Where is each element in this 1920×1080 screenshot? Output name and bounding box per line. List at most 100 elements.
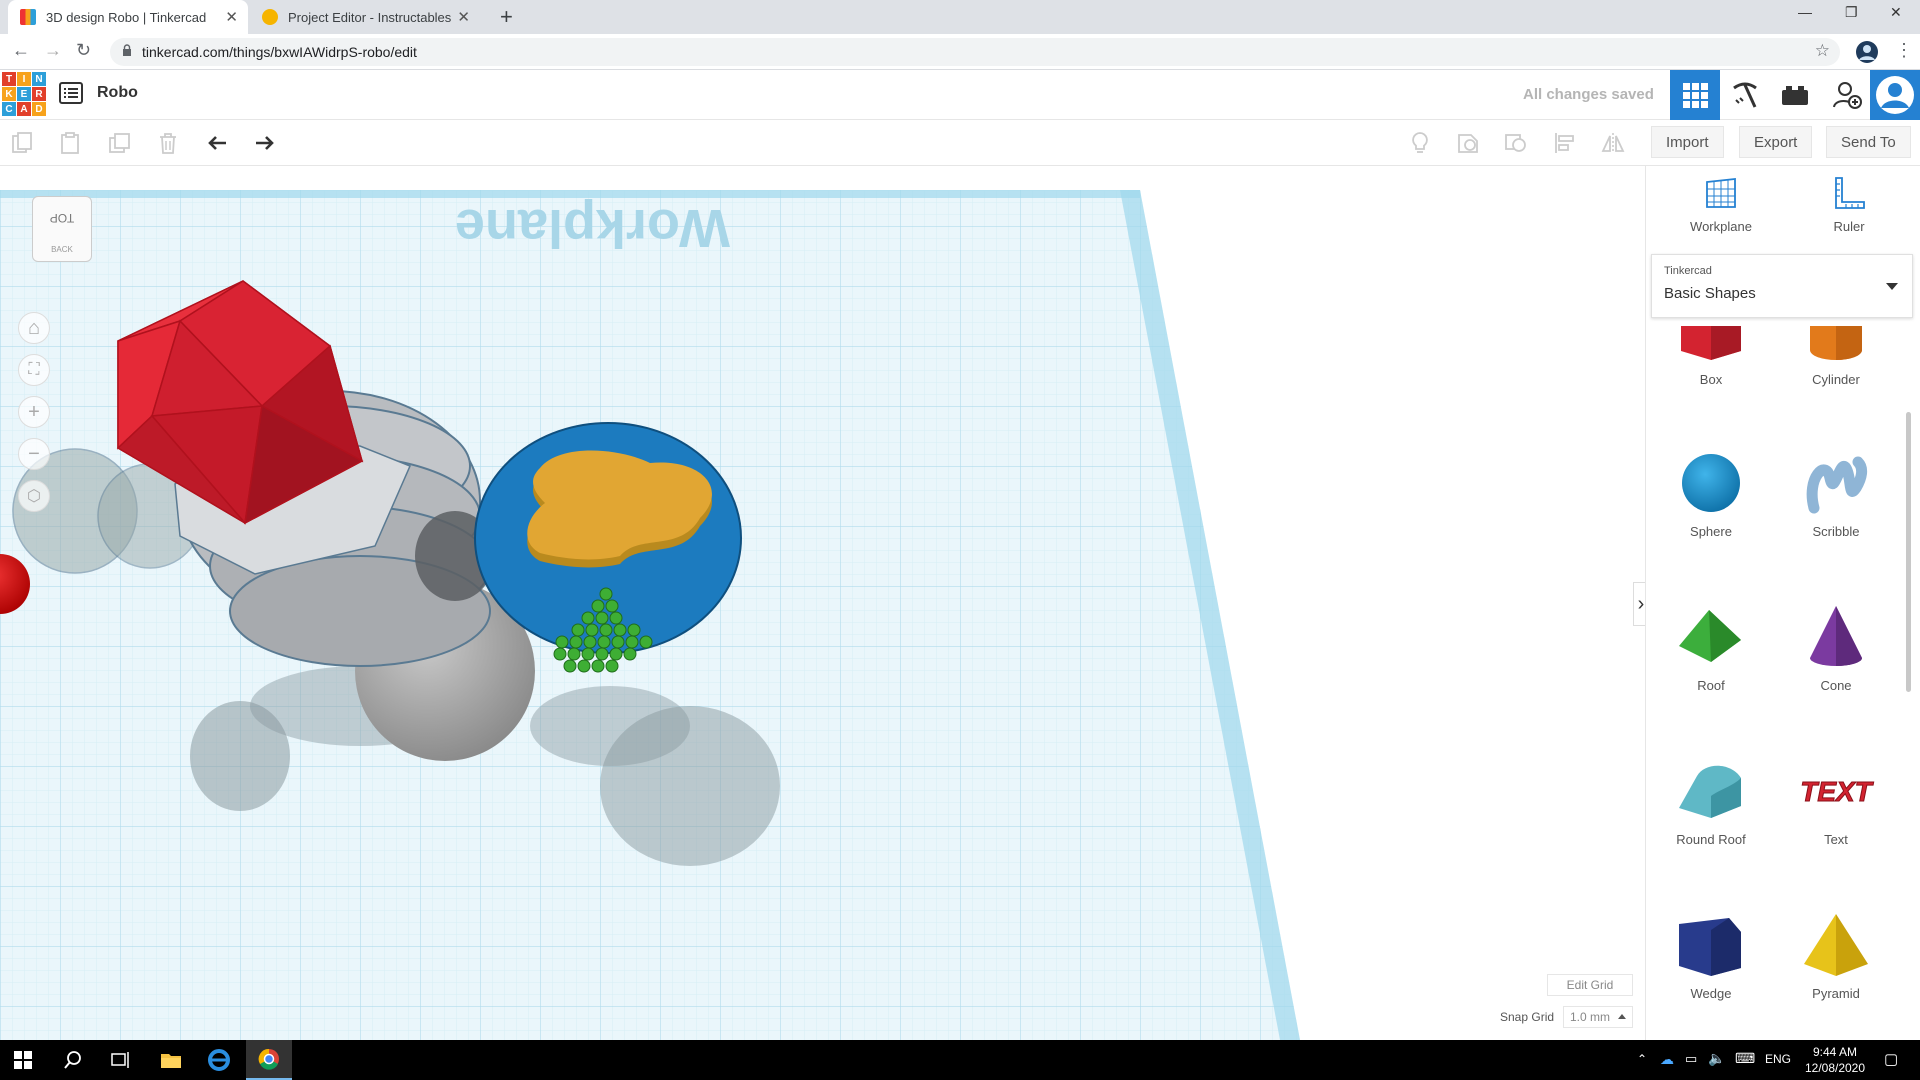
panel-scrollbar[interactable] <box>1906 412 1911 692</box>
import-button[interactable]: Import <box>1651 126 1724 158</box>
fit-view-button[interactable]: ⛶ <box>18 354 50 386</box>
shapes-panel: Workplane Ruler Tinkercad Basic Shapes B… <box>1645 166 1920 1040</box>
clock[interactable]: 9:44 AM 12/08/2020 <box>1800 1044 1870 1076</box>
close-tab-icon[interactable]: ✕ <box>457 8 470 26</box>
shape-label: Cylinder <box>1812 372 1860 387</box>
forward-arrow-icon[interactable]: → <box>44 40 62 61</box>
ungroup-icon[interactable] <box>1504 131 1528 155</box>
fit-icon: ⛶ <box>28 361 40 378</box>
language-indicator[interactable]: ENG <box>1765 1052 1791 1066</box>
edge-button[interactable] <box>196 1040 242 1080</box>
export-button[interactable]: Export <box>1739 126 1813 158</box>
chrome-button[interactable] <box>246 1040 292 1080</box>
volume-icon[interactable]: 🔈 <box>1708 1050 1725 1067</box>
notifications-icon[interactable]: ▢ <box>1884 1050 1898 1068</box>
snap-grid-label: Snap Grid <box>1500 1010 1555 1024</box>
library-source: Tinkercad <box>1664 265 1712 277</box>
design-title[interactable]: Robo <box>97 84 138 102</box>
paste-icon[interactable] <box>58 131 82 155</box>
shape-scribble[interactable]: Scribble <box>1776 448 1896 598</box>
delete-icon[interactable] <box>156 131 180 155</box>
shape-cylinder[interactable]: Cylinder <box>1776 326 1896 446</box>
zoom-in-button[interactable]: + <box>18 396 50 428</box>
search-button[interactable] <box>50 1040 96 1080</box>
back-arrow-icon[interactable]: ← <box>12 40 30 61</box>
ruler-tool[interactable]: Ruler <box>1794 176 1904 234</box>
logo-letter: T <box>2 72 16 86</box>
view-cube[interactable]: TOP BACK <box>32 196 92 262</box>
plus-icon: + <box>28 400 40 423</box>
new-tab-icon[interactable]: + <box>500 4 513 30</box>
sphere-icon <box>1682 454 1740 512</box>
logo-letter: E <box>17 87 31 101</box>
mirror-icon[interactable] <box>1601 131 1625 155</box>
shape-label: Wedge <box>1690 986 1732 1001</box>
3d-view-button[interactable] <box>1670 70 1720 120</box>
align-icon[interactable] <box>1553 131 1577 155</box>
restore-icon[interactable]: ❐ <box>1845 4 1858 21</box>
shape-pyramid[interactable]: Pyramid <box>1776 910 1896 1040</box>
shape-cone[interactable]: Cone <box>1776 602 1896 752</box>
logo-letter: K <box>2 87 16 101</box>
network-icon[interactable]: ▭ <box>1685 1051 1697 1067</box>
redo-icon[interactable] <box>252 131 276 155</box>
undo-icon[interactable] <box>206 131 230 155</box>
group-icon[interactable] <box>1456 131 1480 155</box>
perspective-button[interactable]: ⬡ <box>18 480 50 512</box>
profile-avatar-icon[interactable] <box>1855 40 1879 64</box>
bookmark-star-icon[interactable]: ☆ <box>1815 41 1830 61</box>
close-tab-icon[interactable]: ✕ <box>225 8 238 26</box>
send-to-button[interactable]: Send To <box>1826 126 1911 158</box>
task-view-button[interactable] <box>98 1040 144 1080</box>
file-explorer-button[interactable] <box>148 1040 194 1080</box>
snap-grid-select[interactable]: 1.0 mm <box>1563 1006 1633 1028</box>
shape-box[interactable]: Box <box>1651 326 1771 446</box>
url-input[interactable]: tinkercad.com/things/bxwIAWidrpS-robo/ed… <box>110 38 1840 66</box>
cylinder-icon <box>1810 326 1862 360</box>
browser-tab-tinkercad[interactable]: 3D design Robo | Tinkercad ✕ <box>8 0 248 34</box>
shape-wedge[interactable]: Wedge <box>1651 910 1771 1040</box>
shape-round-roof[interactable]: Round Roof <box>1651 756 1771 906</box>
invite-user-button[interactable] <box>1822 70 1872 120</box>
design-list-icon[interactable] <box>59 82 83 104</box>
shape-text[interactable]: TEXT Text <box>1776 756 1896 906</box>
task-view-icon <box>111 1052 129 1068</box>
shape-library-dropdown[interactable]: Tinkercad Basic Shapes <box>1651 254 1913 318</box>
shape-label: Cone <box>1820 678 1852 693</box>
keyboard-icon[interactable]: ⌨ <box>1735 1050 1755 1067</box>
svg-text:TEXT: TEXT <box>1800 776 1874 807</box>
browser-tab-instructables[interactable]: Project Editor - Instructables ✕ <box>250 0 480 34</box>
shape-roof[interactable]: Roof <box>1651 602 1771 752</box>
shadow <box>530 686 690 766</box>
zoom-out-button[interactable]: − <box>18 438 50 470</box>
home-view-button[interactable]: ⌂ <box>18 312 50 344</box>
windows-taskbar: ⌃ ☁ ▭ 🔈 ⌨ ENG 9:44 AM 12/08/2020 ▢ <box>0 1040 1920 1080</box>
edit-grid-button[interactable]: Edit Grid <box>1547 974 1633 996</box>
shape-label: Sphere <box>1690 524 1732 539</box>
copy-icon[interactable] <box>10 131 34 155</box>
tray-chevron-icon[interactable]: ⌃ <box>1637 1052 1647 1066</box>
logo-letter: N <box>32 72 46 86</box>
shape-label: Roof <box>1697 678 1725 693</box>
box-icon <box>1681 326 1741 360</box>
3d-viewport[interactable]: Workplane TOP BACK ⌂ ⛶ + − ⬡ Edit Grid S… <box>0 166 1645 1040</box>
workplane-tool[interactable]: Workplane <box>1666 176 1776 234</box>
reload-icon[interactable]: ↻ <box>76 40 91 61</box>
tinkercad-favicon <box>20 9 36 25</box>
notes-lightbulb-icon[interactable] <box>1408 131 1432 155</box>
ruler-icon <box>1835 177 1865 209</box>
blocks-button[interactable] <box>1720 70 1770 120</box>
duplicate-icon[interactable] <box>108 131 132 155</box>
close-window-icon[interactable]: ✕ <box>1890 4 1902 21</box>
start-button[interactable] <box>0 1040 46 1080</box>
roof-icon <box>1679 610 1741 662</box>
onedrive-icon[interactable]: ☁ <box>1660 1051 1674 1068</box>
workplane-scene[interactable]: Workplane <box>0 166 1645 1040</box>
bricks-button[interactable] <box>1770 70 1820 120</box>
minimize-icon[interactable]: — <box>1798 4 1812 20</box>
user-avatar-button[interactable] <box>1870 70 1920 120</box>
tinkercad-logo[interactable]: T I N K E R C A D <box>2 72 46 116</box>
view-cube-top: TOP <box>49 211 75 225</box>
shape-sphere[interactable]: Sphere <box>1651 448 1771 598</box>
browser-menu-icon[interactable]: ⋮ <box>1895 40 1913 61</box>
